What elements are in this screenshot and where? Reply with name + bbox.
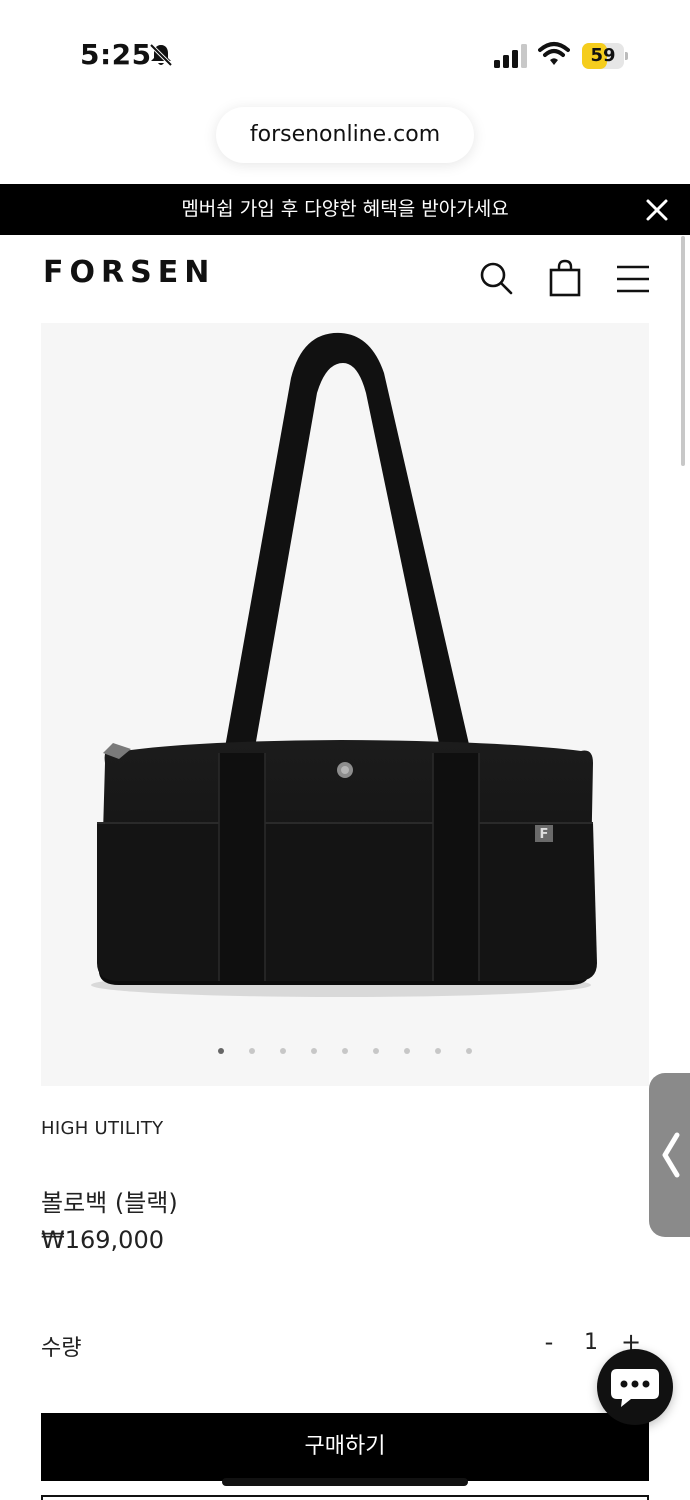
status-time: 5:25 bbox=[80, 38, 152, 71]
secondary-action-button[interactable] bbox=[41, 1495, 649, 1500]
chat-bubble-icon bbox=[611, 1369, 659, 1407]
carousel-dot[interactable] bbox=[249, 1048, 255, 1054]
carousel-dot[interactable] bbox=[280, 1048, 286, 1054]
carousel-dot[interactable] bbox=[466, 1048, 472, 1054]
svg-text:F: F bbox=[540, 827, 549, 842]
product-price: ₩169,000 bbox=[41, 1226, 164, 1254]
cellular-signal-icon bbox=[494, 44, 527, 68]
product-name: 볼로백 (블랙) bbox=[41, 1189, 178, 1217]
product-brand[interactable]: HIGH UTILITY bbox=[41, 1118, 163, 1139]
status-bar: 5:25 59 bbox=[0, 0, 690, 100]
hamburger-menu-icon[interactable] bbox=[615, 263, 651, 295]
brand-logo[interactable]: FORSEN bbox=[43, 255, 215, 290]
side-panel-tab[interactable] bbox=[649, 1073, 690, 1237]
promo-text[interactable]: 멤버쉽 가입 후 다양한 혜택을 받아가세요 bbox=[0, 184, 690, 235]
carousel-dot[interactable] bbox=[218, 1048, 224, 1054]
quantity-label: 수량 bbox=[41, 1336, 82, 1361]
address-bar[interactable]: forsenonline.com bbox=[216, 107, 474, 163]
close-icon[interactable] bbox=[642, 195, 672, 225]
quantity-decrease-button[interactable]: - bbox=[536, 1328, 562, 1358]
carousel-dot[interactable] bbox=[342, 1048, 348, 1054]
carousel-dot[interactable] bbox=[311, 1048, 317, 1054]
battery-icon: 59 bbox=[582, 43, 628, 69]
search-icon[interactable] bbox=[478, 260, 514, 296]
page-scrollbar[interactable] bbox=[681, 236, 685, 466]
buy-button[interactable]: 구매하기 bbox=[41, 1413, 649, 1481]
carousel-dot[interactable] bbox=[373, 1048, 379, 1054]
bell-slash-icon bbox=[149, 43, 173, 67]
chevron-left-icon bbox=[662, 1132, 680, 1178]
battery-percent: 59 bbox=[590, 45, 616, 66]
shopping-bag-icon[interactable] bbox=[547, 259, 583, 297]
product-photo: F bbox=[91, 332, 597, 997]
site-header: FORSEN bbox=[0, 235, 690, 323]
carousel-dots[interactable] bbox=[41, 1045, 649, 1057]
home-indicator bbox=[222, 1478, 468, 1486]
product-image-carousel[interactable]: F bbox=[41, 323, 649, 1086]
promo-banner: 멤버쉽 가입 후 다양한 혜택을 받아가세요 bbox=[0, 184, 690, 235]
carousel-dot[interactable] bbox=[435, 1048, 441, 1054]
chat-button[interactable] bbox=[597, 1349, 673, 1425]
quantity-value[interactable]: 1 bbox=[578, 1330, 604, 1355]
wifi-icon bbox=[538, 42, 570, 65]
carousel-dot[interactable] bbox=[404, 1048, 410, 1054]
